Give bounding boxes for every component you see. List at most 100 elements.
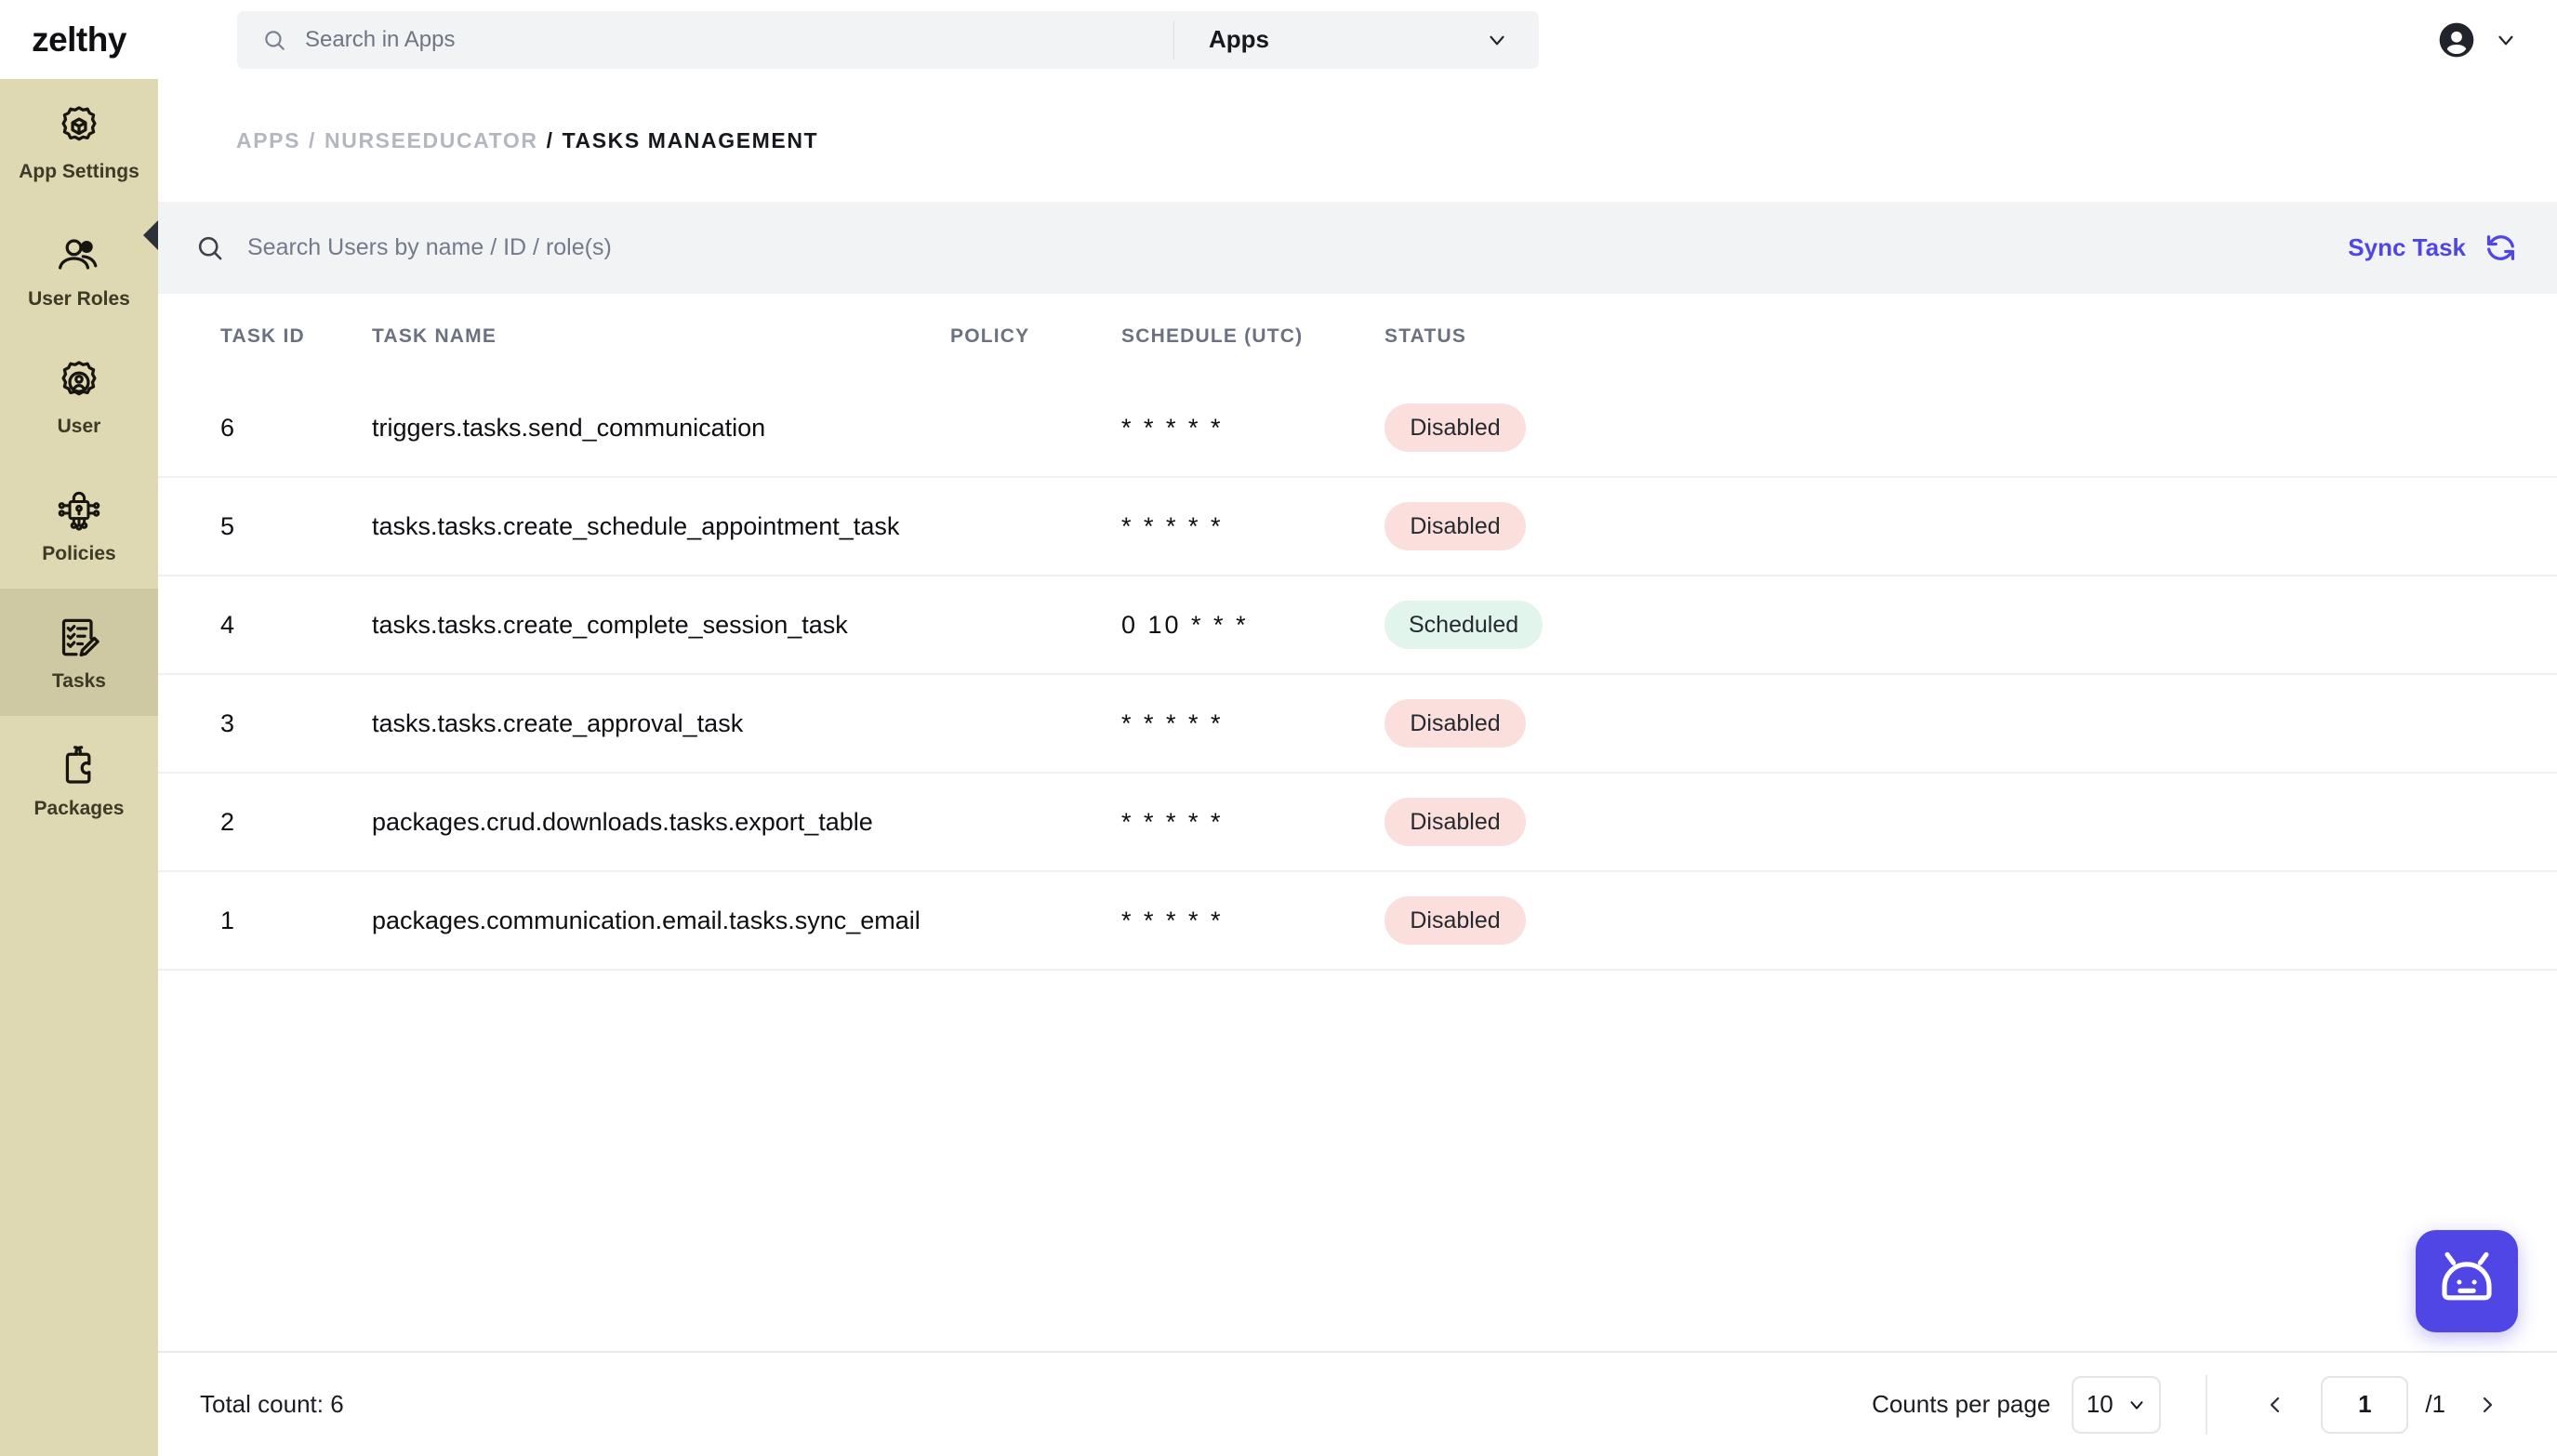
- sidebar-item-packages[interactable]: Packages: [0, 716, 158, 843]
- scope-label: Apps: [1209, 25, 1269, 53]
- cell-task-id: 2: [158, 774, 314, 872]
- global-search-input[interactable]: Search in Apps: [237, 11, 1173, 69]
- cell-policy: [937, 478, 1100, 576]
- status-badge: Disabled: [1384, 699, 1526, 748]
- search-icon: [262, 28, 286, 52]
- status-badge: Scheduled: [1384, 601, 1543, 649]
- cell-status: Disabled: [1351, 379, 1621, 478]
- sidebar: App Settings User Roles User Policies Ta…: [0, 79, 158, 1456]
- counts-per-page-select[interactable]: 10: [2072, 1375, 2162, 1434]
- table-header-row: TASK ID TASK NAME POLICY SCHEDULE (UTC) …: [158, 294, 2557, 379]
- cron-expression: * * * * *: [1121, 511, 1224, 540]
- cron-expression: * * * * *: [1121, 708, 1224, 737]
- cell-schedule: * * * * *: [1100, 872, 1351, 971]
- status-badge: Disabled: [1384, 404, 1526, 452]
- column-header-policy[interactable]: POLICY: [937, 294, 1100, 379]
- cell-actions: [1621, 379, 2557, 478]
- brand-logo[interactable]: zelthy: [0, 20, 158, 60]
- sidebar-item-user-roles[interactable]: User Roles: [0, 206, 158, 334]
- breadcrumb-separator: /: [546, 127, 554, 152]
- sidebar-item-user[interactable]: User: [0, 334, 158, 461]
- table-row[interactable]: 6 triggers.tasks.send_communication * * …: [158, 379, 2557, 478]
- gear-user-icon: [55, 359, 103, 407]
- top-bar: zelthy Search in Apps Apps: [0, 0, 2557, 79]
- sidebar-item-label: App Settings: [19, 161, 139, 182]
- cell-schedule: * * * * *: [1100, 774, 1351, 872]
- main-content: APPS / NURSEEDUCATOR / TASKS MANAGEMENT …: [158, 79, 2557, 1456]
- cell-schedule: * * * * *: [1100, 379, 1351, 478]
- gear-cube-icon: [55, 104, 103, 152]
- cell-policy: [937, 774, 1100, 872]
- table-row[interactable]: 4 tasks.tasks.create_complete_session_ta…: [158, 576, 2557, 675]
- cell-task-id: 6: [158, 379, 314, 478]
- cell-status: Disabled: [1351, 774, 1621, 872]
- counts-per-page-value: 10: [2086, 1390, 2113, 1418]
- robot-icon: [2433, 1246, 2500, 1317]
- sidebar-item-label: Tasks: [52, 670, 106, 692]
- chevron-down-icon: [1485, 28, 1509, 52]
- cell-policy: [937, 379, 1100, 478]
- column-header-status[interactable]: STATUS: [1351, 294, 1621, 379]
- total-count-label: Total count: 6: [200, 1390, 344, 1418]
- page-title: TASKS MANAGEMENT: [562, 127, 819, 152]
- global-search-placeholder: Search in Apps: [305, 26, 456, 52]
- table-footer: Total count: 6 Counts per page 10 1 /1: [158, 1351, 2557, 1456]
- cell-actions: [1621, 675, 2557, 774]
- sidebar-item-label: User Roles: [28, 288, 130, 310]
- cell-policy: [937, 675, 1100, 774]
- pagination-controls: Counts per page 10 1 /1: [1872, 1374, 2516, 1435]
- breadcrumb-apps[interactable]: APPS: [236, 128, 300, 153]
- table-row[interactable]: 3 tasks.tasks.create_approval_task * * *…: [158, 675, 2557, 774]
- sidebar-item-label: Policies: [42, 543, 116, 564]
- sidebar-item-tasks[interactable]: Tasks: [0, 589, 158, 716]
- footer-divider: [2206, 1374, 2208, 1435]
- cell-task-name: tasks.tasks.create_complete_session_task: [314, 576, 937, 675]
- breadcrumb: APPS / NURSEEDUCATOR / TASKS MANAGEMENT: [158, 79, 2557, 202]
- pager: 1 /1: [2246, 1375, 2516, 1434]
- cron-expression: * * * * *: [1121, 413, 1224, 442]
- puzzle-piece-icon: [55, 741, 103, 789]
- account-menu[interactable]: [2436, 0, 2518, 79]
- cell-schedule: 0 10 * * *: [1100, 576, 1351, 675]
- cell-task-name: tasks.tasks.create_approval_task: [314, 675, 937, 774]
- users-icon: [55, 232, 103, 280]
- cell-schedule: * * * * *: [1100, 675, 1351, 774]
- table-head: TASK ID TASK NAME POLICY SCHEDULE (UTC) …: [158, 294, 2557, 379]
- page-total-label: /1: [2425, 1390, 2445, 1418]
- cell-task-id: 3: [158, 675, 314, 774]
- sidebar-item-app-settings[interactable]: App Settings: [0, 79, 158, 250]
- app-root: zelthy Search in Apps Apps App Settings …: [0, 0, 2557, 1456]
- sync-task-label: Sync Task: [2348, 233, 2466, 261]
- table-row[interactable]: 1 packages.communication.email.tasks.syn…: [158, 872, 2557, 971]
- cell-actions: [1621, 872, 2557, 971]
- cell-actions: [1621, 576, 2557, 675]
- cell-task-name: packages.communication.email.tasks.sync_…: [314, 872, 937, 971]
- sync-task-button[interactable]: Sync Task: [2348, 231, 2518, 265]
- cell-status: Scheduled: [1351, 576, 1621, 675]
- table-row[interactable]: 5 tasks.tasks.create_schedule_appointmen…: [158, 478, 2557, 576]
- cell-task-name: tasks.tasks.create_schedule_appointment_…: [314, 478, 937, 576]
- next-page-button[interactable]: [2458, 1376, 2516, 1434]
- cell-policy: [937, 576, 1100, 675]
- page-number-input[interactable]: 1: [2321, 1375, 2409, 1434]
- status-badge: Disabled: [1384, 798, 1526, 846]
- sidebar-item-policies[interactable]: Policies: [0, 461, 158, 589]
- cron-expression: * * * * *: [1121, 807, 1224, 836]
- sidebar-item-label: Packages: [33, 798, 125, 819]
- cell-task-name: packages.crud.downloads.tasks.export_tab…: [314, 774, 937, 872]
- cell-actions: [1621, 774, 2557, 872]
- column-header-task-name[interactable]: TASK NAME: [314, 294, 937, 379]
- breadcrumb-app[interactable]: NURSEEDUCATOR: [325, 128, 538, 153]
- global-search-scope-dropdown[interactable]: Apps: [1174, 11, 1539, 69]
- previous-page-button[interactable]: [2246, 1376, 2304, 1434]
- tasks-table-container: TASK ID TASK NAME POLICY SCHEDULE (UTC) …: [158, 294, 2557, 1351]
- column-header-schedule[interactable]: SCHEDULE (UTC): [1100, 294, 1351, 379]
- search-users-input[interactable]: Search Users by name / ID / role(s): [158, 233, 2348, 262]
- search-users-placeholder: Search Users by name / ID / role(s): [247, 234, 612, 260]
- column-header-task-id[interactable]: TASK ID: [158, 294, 314, 379]
- table-row[interactable]: 2 packages.crud.downloads.tasks.export_t…: [158, 774, 2557, 872]
- sidebar-item-label: User: [57, 416, 101, 437]
- chatbot-button[interactable]: [2416, 1230, 2518, 1332]
- avatar: [2436, 20, 2477, 60]
- search-icon: [195, 233, 224, 262]
